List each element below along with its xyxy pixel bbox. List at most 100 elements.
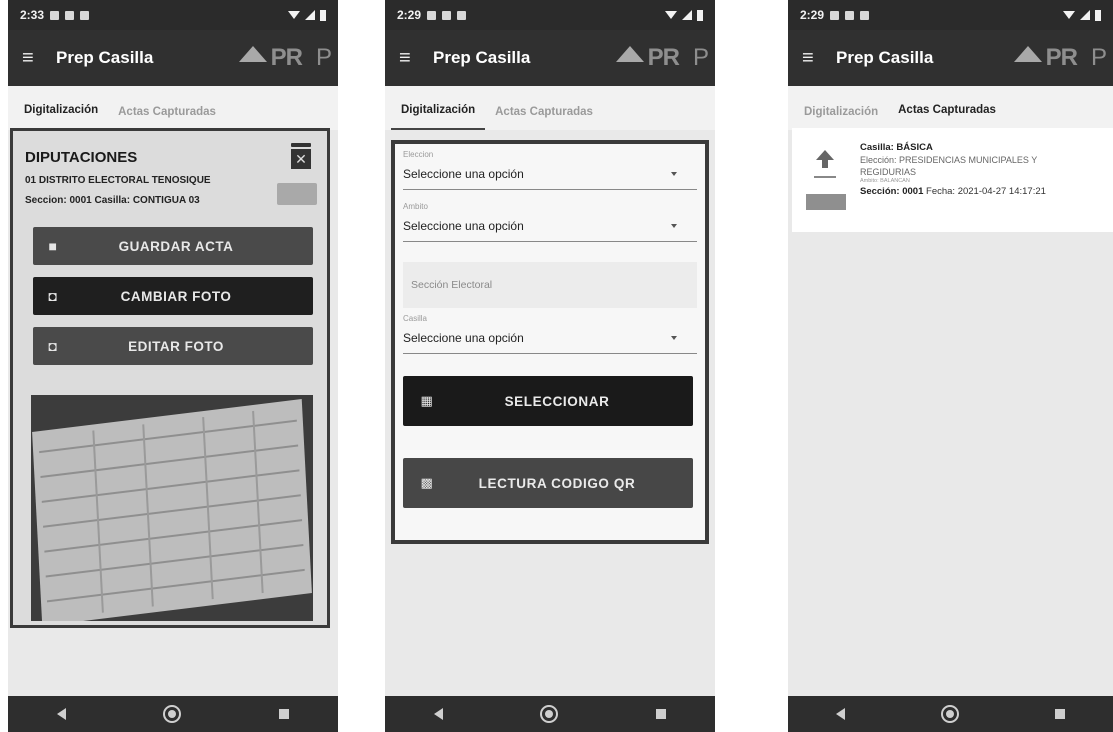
lectura-qr-button[interactable]: ▩ LECTURA CODIGO QR <box>403 458 693 508</box>
hamburger-icon[interactable]: ≡ <box>399 47 425 70</box>
app-bar: ≡ Prep Casilla PR P <box>8 30 338 86</box>
seleccionar-button[interactable]: ▦ SELECCIONAR <box>403 376 693 426</box>
acta-photo-preview <box>31 395 313 621</box>
casilla-value: Seleccione una opción <box>403 331 524 345</box>
notification-icon <box>442 10 452 20</box>
acta-list-item[interactable]: Casilla: BÁSICA Elección: PRESIDENCIAS M… <box>792 128 1113 232</box>
logo-mark-icon <box>238 46 267 62</box>
editar-foto-button[interactable]: ◘ EDITAR FOTO <box>33 327 313 365</box>
acta-casilla: Casilla: BÁSICA <box>860 142 933 153</box>
prep-logo: PR P <box>615 40 709 76</box>
acta-card: DIPUTACIONES 01 DISTRITO ELECTORAL TENOS… <box>10 128 330 628</box>
back-icon[interactable] <box>836 708 845 720</box>
app-bar: ≡ Prep Casilla PR P <box>385 30 715 86</box>
tab-bar: Digitalización Actas Capturadas <box>385 86 715 130</box>
home-icon[interactable] <box>941 705 959 723</box>
tab-actas-capturadas[interactable]: Actas Capturadas <box>888 104 1006 130</box>
home-icon[interactable] <box>540 705 559 723</box>
status-bar: 2:29 <box>385 0 715 30</box>
wifi-icon <box>665 11 677 19</box>
delete-icon[interactable]: ✕ <box>291 143 311 169</box>
eleccion-value: Seleccione una opción <box>403 167 524 181</box>
toggle-switch[interactable] <box>277 183 317 205</box>
tab-digitalizacion[interactable]: Digitalización <box>14 104 109 130</box>
tab-digitalizacion[interactable]: Digitalización <box>794 106 888 130</box>
ambito-select[interactable]: Ambito Seleccione una opción <box>403 202 697 242</box>
back-icon[interactable] <box>56 708 66 720</box>
selection-form: Eleccion Seleccione una opción Ambito Se… <box>391 140 709 544</box>
prep-logo: PR P <box>1013 40 1107 76</box>
app-bar: ≡ Prep Casilla PR P <box>788 30 1113 86</box>
home-icon[interactable] <box>163 705 182 723</box>
casilla-label: Casilla <box>403 314 428 323</box>
status-time: 2:29 <box>397 8 422 22</box>
acta-document-image <box>32 398 312 621</box>
notification-icon <box>65 10 75 20</box>
recents-icon[interactable] <box>656 709 667 719</box>
wifi-icon <box>288 11 300 19</box>
save-icon: ■ <box>48 238 58 254</box>
wifi-icon <box>1063 11 1075 19</box>
status-bar: 2:33 <box>8 0 338 30</box>
signal-icon <box>682 10 692 20</box>
dropdown-caret-icon <box>671 224 677 228</box>
ambito-value: Seleccione una opción <box>403 219 524 233</box>
acta-seccion: Sección: 0001 <box>860 186 924 197</box>
notification-icon <box>845 10 855 20</box>
battery-icon <box>1095 9 1101 21</box>
camera-icon: ◘ <box>48 288 58 304</box>
prep-logo: PR P <box>238 40 332 76</box>
status-bar: 2:29 <box>788 0 1113 30</box>
dropdown-caret-icon <box>671 172 677 176</box>
grid-icon: ▦ <box>420 393 434 408</box>
notification-icon <box>830 10 840 20</box>
app-title: Prep Casilla <box>56 48 154 67</box>
phone-screen-actas-capturadas: 2:29 ≡ Prep Casilla PR P Digitalización … <box>788 0 1113 732</box>
phone-screen-digitalizacion-captured: 2:33 ≡ Prep Casilla PR P Digitalización … <box>8 0 338 732</box>
android-nav-bar <box>385 696 715 732</box>
phone-screen-digitalizacion-form: 2:29 ≡ Prep Casilla PR P Digitalización … <box>385 0 715 732</box>
upload-icon[interactable] <box>814 150 836 178</box>
notification-icon <box>860 10 870 20</box>
android-nav-bar <box>8 696 338 732</box>
notification-icon <box>427 10 437 20</box>
qr-code-icon: ▩ <box>420 475 434 490</box>
notification-icon <box>80 10 90 20</box>
cambiar-foto-button[interactable]: ◘ CAMBIAR FOTO <box>33 277 313 315</box>
hamburger-icon[interactable]: ≡ <box>22 47 48 70</box>
acta-fecha: Fecha: 2021-04-27 14:17:21 <box>926 186 1046 197</box>
logo-p-text: P <box>692 44 709 71</box>
app-title: Prep Casilla <box>433 48 531 67</box>
logo-mark-icon <box>1013 46 1042 62</box>
camera-icon: ◘ <box>48 338 58 354</box>
casilla-select[interactable]: Casilla Seleccione una opción <box>403 314 697 354</box>
acta-district: 01 DISTRITO ELECTORAL TENOSIQUE <box>25 175 211 186</box>
tab-actas-capturadas[interactable]: Actas Capturadas <box>108 106 226 130</box>
tab-digitalizacion[interactable]: Digitalización <box>391 104 486 130</box>
app-title: Prep Casilla <box>836 48 934 67</box>
recents-icon[interactable] <box>1055 709 1065 719</box>
seccion-electoral-input[interactable]: Sección Electoral <box>403 262 697 308</box>
logo-p-text: P <box>315 44 332 71</box>
hamburger-icon[interactable]: ≡ <box>802 47 828 70</box>
guardar-acta-button[interactable]: ■ GUARDAR ACTA <box>33 227 313 265</box>
tab-actas-capturadas[interactable]: Actas Capturadas <box>485 106 603 130</box>
logo-pr-text: PR <box>270 44 303 71</box>
dropdown-caret-icon <box>671 336 677 340</box>
recents-icon[interactable] <box>279 709 290 719</box>
battery-icon <box>697 9 703 21</box>
acta-eleccion-cont: REGIDURIAS <box>860 167 917 177</box>
eleccion-label: Eleccion <box>403 150 434 159</box>
signal-icon <box>1080 10 1090 20</box>
battery-icon <box>320 9 326 21</box>
ambito-label: Ambito <box>403 202 428 211</box>
signal-icon <box>305 10 315 20</box>
status-indicator <box>806 194 846 210</box>
logo-p-text: P <box>1090 44 1107 71</box>
eleccion-select[interactable]: Eleccion Seleccione una opción <box>403 150 697 190</box>
android-nav-bar <box>788 696 1113 732</box>
status-time: 2:29 <box>800 8 825 22</box>
back-icon[interactable] <box>433 708 443 720</box>
acta-eleccion: Elección: PRESIDENCIAS MUNICIPALES Y <box>860 155 1038 165</box>
acta-section-casilla: Seccion: 0001 Casilla: CONTIGUA 03 <box>25 195 200 206</box>
